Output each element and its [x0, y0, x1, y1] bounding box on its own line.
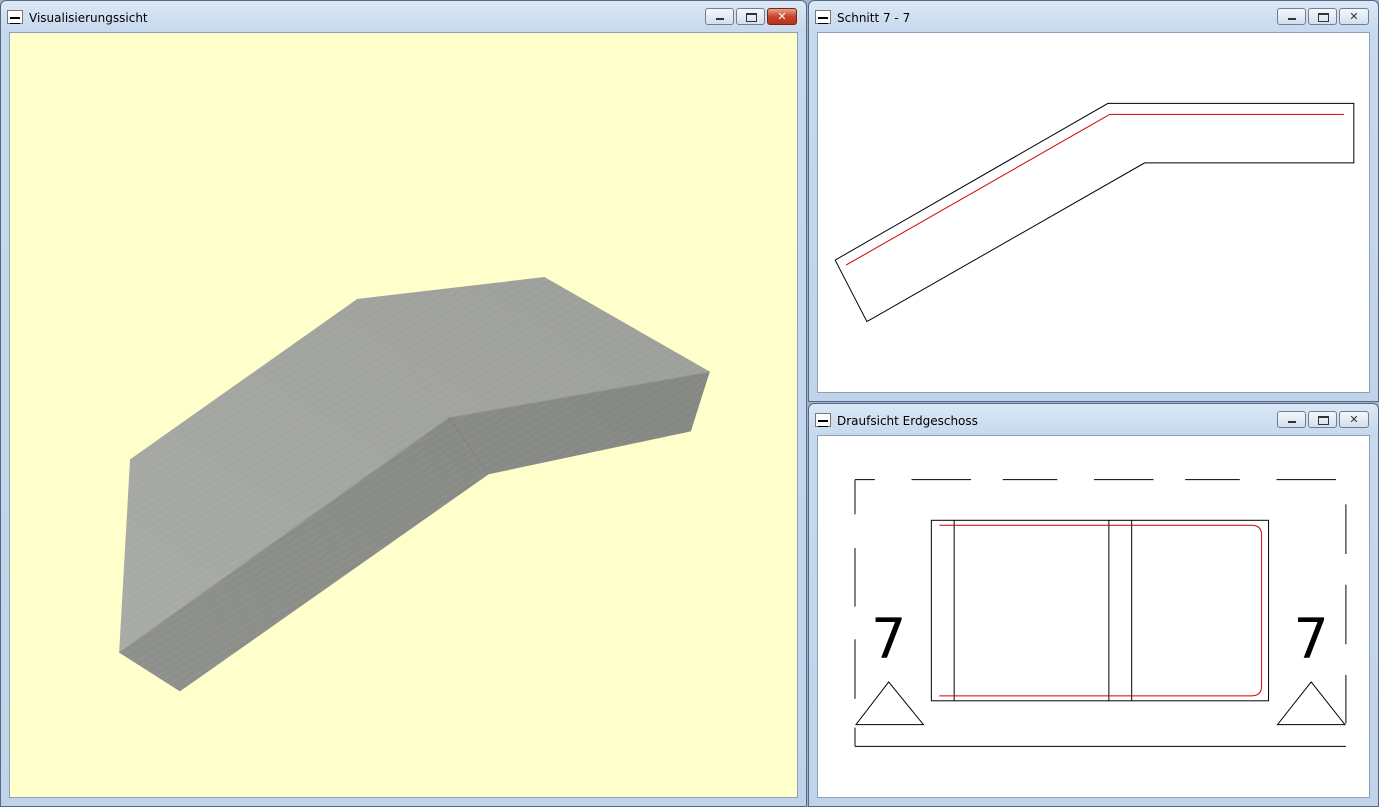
section-drawing-area[interactable] — [817, 32, 1370, 393]
section-outline — [834, 102, 1355, 323]
plan-drawing-area[interactable]: 7 7 — [817, 435, 1370, 798]
section-marker-left: 7 — [854, 607, 925, 726]
section-marker-left-label: 7 — [871, 607, 906, 672]
minimize-button[interactable] — [705, 8, 734, 25]
visualization-titlebar[interactable]: Visualisierungssicht — [1, 1, 806, 31]
section-window[interactable]: Schnitt 7 - 7 — [808, 0, 1379, 402]
app-icon[interactable] — [7, 10, 23, 24]
app-icon[interactable] — [815, 413, 831, 427]
rebar-outline — [939, 524, 1263, 697]
close-button[interactable] — [1339, 411, 1369, 428]
section-marker-right-label: 7 — [1294, 607, 1329, 672]
maximize-button[interactable] — [736, 8, 765, 25]
section-titlebar[interactable]: Schnitt 7 - 7 — [809, 1, 1378, 31]
visualization-window-title: Visualisierungssicht — [29, 11, 148, 25]
maximize-button[interactable] — [1308, 8, 1337, 25]
maximize-button[interactable] — [1308, 411, 1337, 428]
slab-outline — [930, 519, 1270, 702]
3d-render-canvas[interactable] — [10, 33, 797, 797]
plan-window[interactable]: Draufsicht Erdgeschoss ✕ 7 7 — [808, 403, 1379, 807]
visualization-window[interactable]: Visualisierungssicht — [0, 0, 807, 807]
app-icon[interactable] — [815, 10, 831, 24]
rebar-line — [845, 113, 1344, 266]
minimize-button[interactable] — [1277, 411, 1306, 428]
close-button[interactable] — [1339, 8, 1369, 25]
visualization-viewport[interactable] — [9, 32, 798, 798]
section-marker-right: 7 — [1276, 607, 1346, 726]
close-button[interactable] — [767, 8, 797, 25]
section-window-title: Schnitt 7 - 7 — [837, 11, 911, 25]
plan-titlebar[interactable]: Draufsicht Erdgeschoss — [809, 404, 1378, 434]
dashed-boundary — [854, 479, 1347, 747]
section-drawing-canvas[interactable] — [818, 33, 1369, 392]
plan-window-title: Draufsicht Erdgeschoss — [837, 414, 978, 428]
minimize-button[interactable] — [1277, 8, 1306, 25]
plan-drawing-canvas[interactable]: 7 7 — [818, 436, 1369, 797]
